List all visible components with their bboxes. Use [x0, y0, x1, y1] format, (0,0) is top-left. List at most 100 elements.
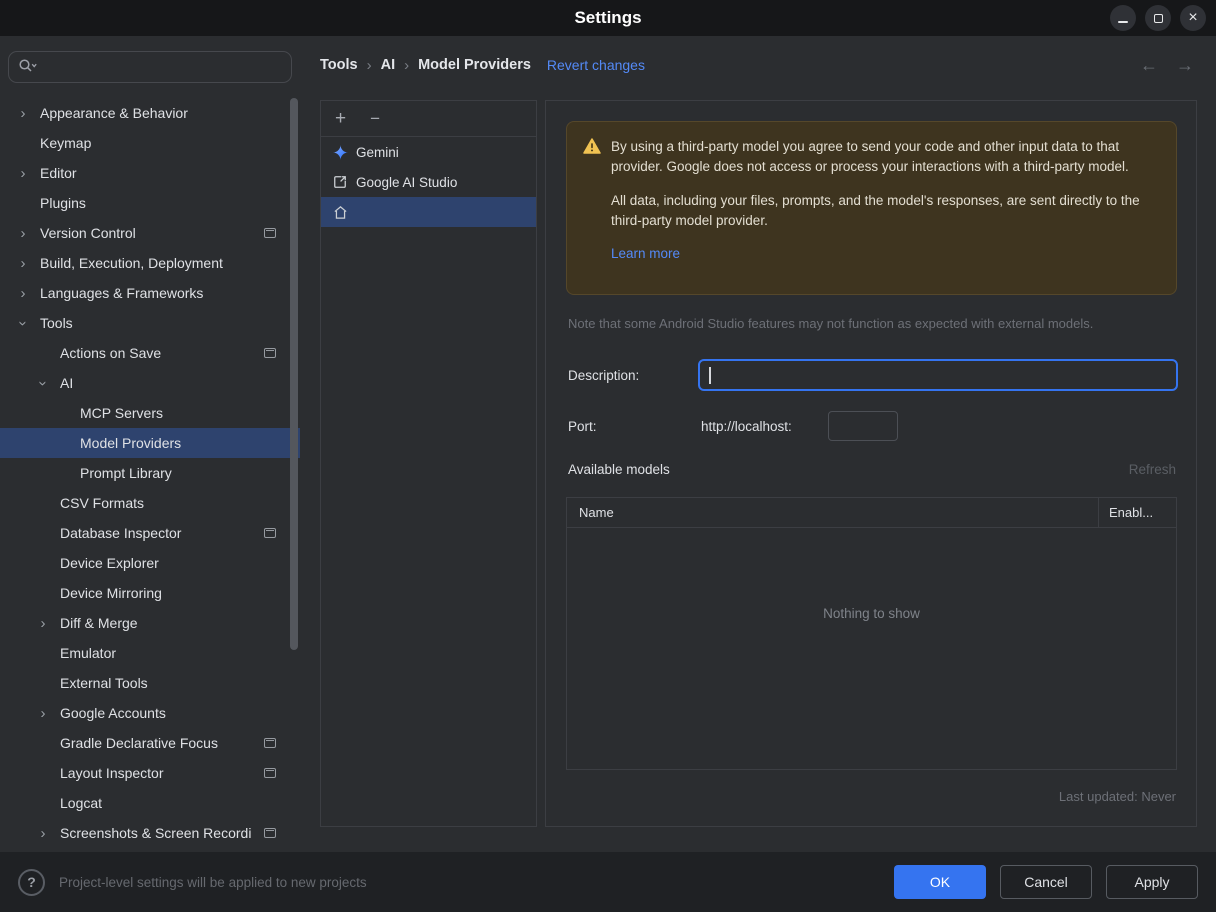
chevron-right-icon[interactable]: ›: [12, 166, 34, 181]
footer-hint: Project-level settings will be applied t…: [59, 874, 367, 890]
description-label: Description:: [568, 368, 640, 383]
ok-button[interactable]: OK: [894, 865, 986, 899]
sidebar-item-label: MCP Servers: [80, 405, 163, 421]
sidebar-item-label: CSV Formats: [60, 495, 145, 511]
maximize-button[interactable]: [1145, 5, 1171, 31]
sidebar: ›Appearance & Behavior›Keymap›Editor›Plu…: [0, 36, 300, 852]
warning-paragraph-1: By using a third-party model you agree t…: [611, 139, 1129, 175]
apply-button[interactable]: Apply: [1106, 865, 1198, 899]
close-icon: [1188, 10, 1197, 26]
search-box[interactable]: [8, 51, 292, 83]
chevron-right-icon[interactable]: ›: [32, 706, 54, 721]
add-provider-icon[interactable]: [335, 109, 346, 128]
revert-changes-link[interactable]: Revert changes: [547, 57, 645, 73]
sidebar-item-keymap[interactable]: ›Keymap: [0, 128, 300, 158]
sidebar-item-label: Build, Execution, Deployment: [40, 255, 223, 271]
sidebar-item-ai[interactable]: › AI: [0, 368, 300, 398]
sidebar-item-label: AI: [60, 375, 74, 391]
sidebar-item-editor[interactable]: › Editor: [0, 158, 300, 188]
detail-panel: By using a third-party model you agree t…: [545, 100, 1197, 827]
chevron-down-icon[interactable]: ›: [35, 372, 52, 394]
sidebar-item-label: External Tools: [60, 675, 148, 691]
sidebar-item-label: Model Providers: [80, 435, 182, 451]
project-level-settings-icon: [264, 738, 276, 748]
sidebar-item-screenshots-screen-recordi[interactable]: › Screenshots & Screen Recordi: [0, 818, 300, 848]
sidebar-item-device-mirroring[interactable]: ›Device Mirroring: [0, 578, 300, 608]
sidebar-scrollbar[interactable]: [290, 98, 298, 650]
sidebar-item-languages-frameworks[interactable]: › Languages & Frameworks: [0, 278, 300, 308]
project-level-settings-icon: [264, 768, 276, 778]
sidebar-item-label: Languages & Frameworks: [40, 285, 204, 301]
minimize-button[interactable]: [1110, 5, 1136, 31]
sidebar-item-build-execution-deployment[interactable]: › Build, Execution, Deployment: [0, 248, 300, 278]
history-nav: [1140, 36, 1194, 94]
sidebar-item-label: Emulator: [60, 645, 117, 661]
settings-tree: ›Appearance & Behavior›Keymap›Editor›Plu…: [0, 98, 300, 848]
sidebar-item-model-providers[interactable]: ›Model Providers: [0, 428, 300, 458]
last-updated-text: Last updated: Never: [1058, 789, 1176, 804]
window-controls: [1110, 5, 1206, 31]
search-icon: [18, 58, 38, 77]
sidebar-item-device-explorer[interactable]: ›Device Explorer: [0, 548, 300, 578]
sidebar-item-google-accounts[interactable]: › Google Accounts: [0, 698, 300, 728]
models-table-header: Name Enabl...: [567, 498, 1176, 528]
sidebar-item-label: Tools: [40, 315, 73, 331]
sidebar-item-diff-merge[interactable]: › Diff & Merge: [0, 608, 300, 638]
chevron-right-icon[interactable]: ›: [12, 106, 34, 121]
sidebar-item-gradle-declarative-focus[interactable]: ›Gradle Declarative Focus: [0, 728, 300, 758]
port-input[interactable]: [828, 411, 898, 441]
sidebar-item-layout-inspector[interactable]: ›Layout Inspector: [0, 758, 300, 788]
sidebar-item-emulator[interactable]: ›Emulator: [0, 638, 300, 668]
sidebar-item-database-inspector[interactable]: ›Database Inspector: [0, 518, 300, 548]
chevron-down-icon[interactable]: ›: [15, 312, 32, 334]
breadcrumb-ai[interactable]: AI: [381, 57, 396, 73]
sidebar-item-label: Logcat: [60, 795, 103, 811]
home-icon: [332, 204, 348, 220]
sidebar-item-actions-on-save[interactable]: ›Actions on Save: [0, 338, 300, 368]
chevron-right-icon[interactable]: ›: [12, 226, 34, 241]
breadcrumb-tools[interactable]: Tools: [320, 57, 358, 73]
remove-provider-icon[interactable]: [370, 110, 380, 127]
sidebar-item-prompt-library[interactable]: ›Prompt Library: [0, 458, 300, 488]
chevron-right-icon[interactable]: ›: [12, 286, 34, 301]
dialog-buttons: OK Cancel Apply: [894, 865, 1198, 899]
models-table-body: Nothing to show: [567, 528, 1176, 769]
sidebar-item-label: Google Accounts: [60, 705, 166, 721]
maximize-icon: [1153, 13, 1163, 23]
learn-more-link[interactable]: Learn more: [611, 244, 680, 264]
sidebar-item-external-tools[interactable]: ›External Tools: [0, 668, 300, 698]
sidebar-item-mcp-servers[interactable]: ›MCP Servers: [0, 398, 300, 428]
sidebar-item-logcat[interactable]: ›Logcat: [0, 788, 300, 818]
provider-item-new[interactable]: [321, 197, 536, 227]
chevron-right-icon[interactable]: ›: [32, 616, 54, 631]
refresh-link[interactable]: Refresh: [1129, 462, 1176, 477]
sidebar-item-tools[interactable]: › Tools: [0, 308, 300, 338]
sidebar-item-label: Plugins: [40, 195, 86, 211]
forward-arrow-icon[interactable]: [1176, 55, 1194, 76]
sidebar-item-label: Database Inspector: [60, 525, 182, 541]
sidebar-item-appearance-behavior[interactable]: › Appearance & Behavior: [0, 98, 300, 128]
column-header-name[interactable]: Name: [567, 498, 1098, 527]
back-arrow-icon[interactable]: [1140, 55, 1158, 76]
available-models-label: Available models: [568, 462, 670, 477]
sidebar-item-plugins[interactable]: ›Plugins: [0, 188, 300, 218]
provider-list: Gemini Google AI Studio: [321, 137, 536, 227]
search-input[interactable]: [44, 52, 291, 82]
project-level-settings-icon: [264, 348, 276, 358]
sidebar-item-version-control[interactable]: › Version Control: [0, 218, 300, 248]
close-button[interactable]: [1180, 5, 1206, 31]
sidebar-item-label: Layout Inspector: [60, 765, 164, 781]
chevron-right-icon[interactable]: ›: [12, 256, 34, 271]
chevron-right-icon[interactable]: ›: [32, 826, 54, 841]
column-header-enabled[interactable]: Enabl...: [1098, 498, 1176, 527]
sidebar-item-label: Gradle Declarative Focus: [60, 735, 218, 751]
provider-item-google-ai-studio[interactable]: Google AI Studio: [321, 167, 536, 197]
description-input[interactable]: [700, 361, 1176, 389]
titlebar: Settings: [0, 0, 1216, 36]
provider-item-gemini[interactable]: Gemini: [321, 137, 536, 167]
footer: Project-level settings will be applied t…: [0, 852, 1216, 912]
help-button[interactable]: [18, 868, 45, 896]
sidebar-item-csv-formats[interactable]: ›CSV Formats: [0, 488, 300, 518]
cancel-button[interactable]: Cancel: [1000, 865, 1092, 899]
sidebar-item-label: Actions on Save: [60, 345, 162, 361]
